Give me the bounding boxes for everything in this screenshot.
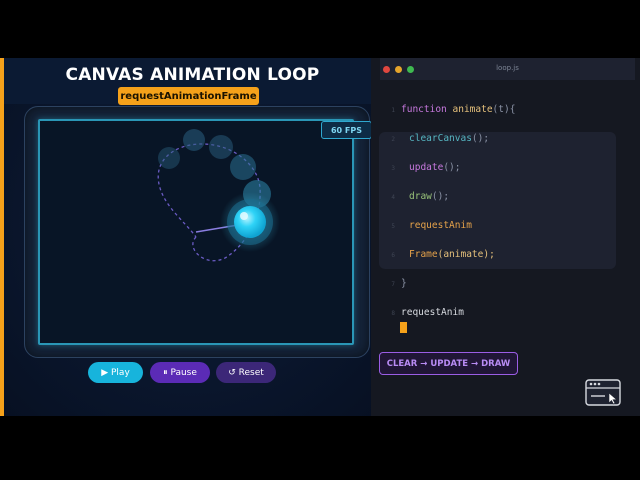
code-call-name: Frame [409, 249, 438, 260]
code-call-name: update [409, 162, 444, 173]
code-line-call: requestAnim [409, 220, 472, 231]
code-call-args: (); [471, 133, 490, 144]
code-line-call: clearCanvas(); [409, 133, 489, 144]
line-number: 4 [391, 194, 395, 201]
code-line-call: update(); [409, 162, 461, 173]
video-frame: CANVAS ANIMATION LOOP requestAnimationFr… [0, 58, 640, 416]
trail-ghost [158, 147, 180, 169]
trail-ghost [230, 154, 256, 180]
fps-badge: 60 FPS [321, 121, 372, 139]
browser-window-icon[interactable] [585, 379, 621, 406]
editor-file-name: loop.js [496, 64, 519, 72]
trail-ghost [183, 129, 205, 151]
pause-button[interactable]: ⏸ Pause [150, 362, 210, 383]
reset-button[interactable]: ↺ Reset [216, 362, 276, 383]
code-keyword: function [401, 104, 447, 115]
code-line-call: Frame(animate); [409, 249, 495, 260]
trail-ghost [209, 135, 233, 159]
code-call-name: draw [409, 191, 432, 202]
code-params: (t){ [492, 104, 516, 115]
line-number: 2 [391, 136, 395, 143]
code-call-name: requestAnim [409, 220, 472, 231]
ball-highlight [240, 212, 248, 220]
line-number: 1 [391, 107, 395, 114]
code-line-call: draw(); [409, 191, 449, 202]
code-closing-brace: } [401, 278, 407, 289]
line-number: 6 [391, 252, 395, 259]
code-call-args: (); [431, 191, 450, 202]
code-call-args: (animate); [437, 249, 495, 260]
code-call-name: clearCanvas [409, 133, 472, 144]
line-number: 8 [391, 310, 395, 317]
line-number: 3 [391, 165, 395, 172]
line-number: 5 [391, 223, 395, 230]
code-function-name: animate [452, 104, 493, 115]
line-number: 7 [391, 281, 395, 288]
code-call-args: (); [443, 162, 461, 173]
loop-cycle-badge: CLEAR → UPDATE → DRAW [379, 352, 518, 375]
ball [234, 206, 266, 238]
code-line-function: function animate(t){ [401, 104, 515, 115]
play-button[interactable]: ▶ Play [88, 362, 143, 383]
text-cursor [400, 322, 407, 333]
code-line-trailing: requestAnim [401, 307, 464, 318]
